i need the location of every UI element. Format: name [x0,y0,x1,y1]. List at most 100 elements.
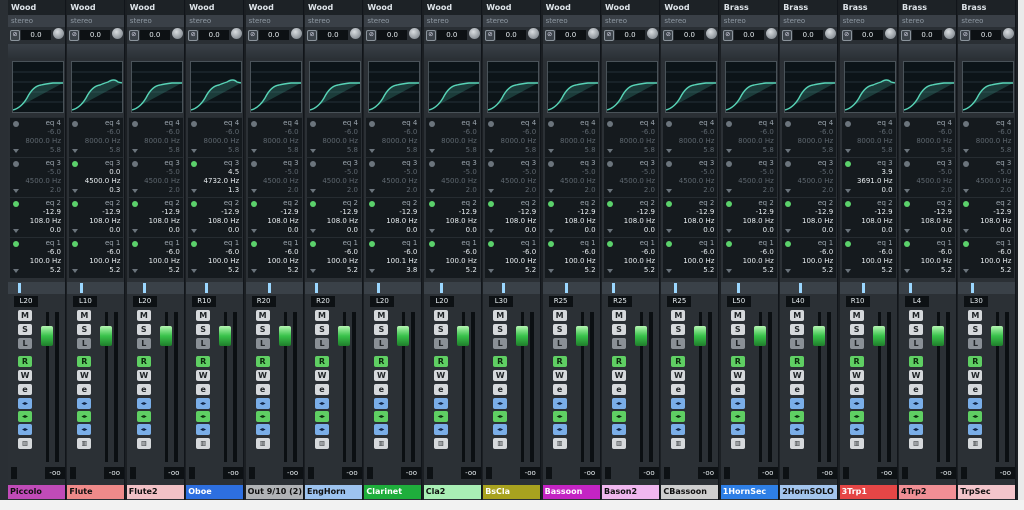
eq-gain-value[interactable]: -6.0 [107,248,121,256]
listen-button[interactable]: L [255,338,270,349]
eq-frequency-value[interactable]: 8000.0 Hz [798,137,834,145]
pan-bar[interactable] [305,282,362,294]
eq-q-value[interactable]: 5.8 [228,146,239,154]
eq-band-type-arrow[interactable] [666,189,673,193]
eq-gain-value[interactable]: -6.0 [226,128,240,136]
eq-frequency-value[interactable]: 8000.0 Hz [322,137,358,145]
listen-button[interactable]: L [493,338,508,349]
listen-button[interactable]: L [552,338,567,349]
channel-name[interactable]: Clarinet [364,485,422,499]
input-gain-value[interactable]: 0.0 [615,30,645,40]
edit-channel-button[interactable]: e [849,384,864,395]
eq-band-enable-toggle[interactable] [488,121,495,127]
eq-frequency-value[interactable]: 100.0 Hz [208,257,239,265]
volume-value[interactable]: -oo [460,467,481,479]
eq-bypass-icon[interactable]: ◂▸ [374,411,389,422]
insert-bypass-icon[interactable]: ◂▸ [968,398,983,409]
eq-band-enable-toggle[interactable] [785,241,792,247]
eq-q-value[interactable]: 5.2 [763,266,774,274]
pan-bar[interactable] [602,282,659,294]
phase-button[interactable]: ⊘ [307,30,317,41]
eq-frequency-value[interactable]: 8000.0 Hz [976,137,1012,145]
eq-frequency-value[interactable]: 4500.0 Hz [144,177,180,185]
eq-q-value[interactable]: 0.0 [287,226,298,234]
eq-band-enable-toggle[interactable] [428,241,435,247]
eq-q-value[interactable]: 5.2 [584,266,595,274]
write-automation-button[interactable]: W [790,370,805,381]
mute-button[interactable]: M [552,310,567,321]
write-automation-button[interactable]: W [493,370,508,381]
eq-band-enable-toggle[interactable] [547,121,554,127]
eq-q-value[interactable]: 5.8 [763,146,774,154]
mute-button[interactable]: M [77,310,92,321]
eq-q-value[interactable]: 5.8 [169,146,180,154]
solo-button[interactable]: S [136,324,151,335]
eq-band-enable-toggle[interactable] [250,241,257,247]
eq-curve-display[interactable] [190,61,243,113]
eq-frequency-value[interactable]: 8000.0 Hz [382,137,418,145]
eq-gain-value[interactable]: -6.0 [47,248,61,256]
volume-fader-handle[interactable] [991,326,1004,346]
eq-band-enable-toggle[interactable] [488,161,495,167]
input-gain-value[interactable]: 0.0 [80,30,111,40]
eq-band-type-arrow[interactable] [428,189,435,193]
eq-band-type-arrow[interactable] [191,149,198,153]
eq-band-enable-toggle[interactable] [666,161,673,167]
pan-bar[interactable] [67,282,125,294]
eq-band-type-arrow[interactable] [725,269,732,273]
mute-button[interactable]: M [433,310,448,321]
eq-frequency-value[interactable]: 4500.0 Hz [322,177,358,185]
eq-q-value[interactable]: 5.2 [822,266,833,274]
input-gain-knob[interactable] [528,28,540,39]
listen-button[interactable]: L [671,338,686,349]
eq-gain-value[interactable]: -6.0 [701,128,715,136]
input-gain-value[interactable]: 0.0 [377,30,408,40]
eq-q-value[interactable]: 5.2 [525,266,536,274]
mute-button[interactable]: M [255,310,270,321]
eq-gain-value[interactable]: -6.0 [523,128,537,136]
eq-frequency-value[interactable]: 8000.0 Hz [204,137,240,145]
pan-value[interactable]: L30 [964,296,989,307]
read-automation-button[interactable]: R [18,356,32,367]
eq-gain-value[interactable]: -12.9 [399,208,417,216]
send-bypass-icon[interactable]: ◂▸ [968,424,983,435]
solo-button[interactable]: S [77,324,92,335]
eq-band-enable-toggle[interactable] [369,121,376,127]
send-bypass-icon[interactable]: ◂▸ [909,424,923,435]
eq-band-enable-toggle[interactable] [428,161,435,167]
volume-fader-handle[interactable] [813,326,826,346]
eq-gain-value[interactable]: -12.9 [340,208,358,216]
eq-band-enable-toggle[interactable] [191,241,198,247]
eq-band-enable-toggle[interactable] [785,161,792,167]
eq-gain-value[interactable]: -5.0 [582,168,596,176]
eq-band-enable-toggle[interactable] [904,121,910,127]
eq-gain-value[interactable]: -6.0 [938,128,952,136]
channel-name[interactable]: TrpSec [958,485,1016,499]
eq-band-enable-toggle[interactable] [963,241,970,247]
eq-curve-display[interactable] [724,61,777,113]
read-automation-button[interactable]: R [790,356,805,367]
eq-bypass-icon[interactable]: ◂▸ [77,411,92,422]
eq-q-value[interactable]: 5.2 [881,266,892,274]
keyboard-icon[interactable]: ▥ [909,438,923,449]
insert-bypass-icon[interactable]: ◂▸ [77,398,92,409]
edit-channel-button[interactable]: e [136,384,151,395]
read-automation-button[interactable]: R [315,356,329,367]
eq-band-type-arrow[interactable] [666,149,673,153]
eq-gain-value[interactable]: -12.9 [874,208,892,216]
pan-value[interactable]: R10 [192,296,217,307]
eq-band-type-arrow[interactable] [844,269,851,273]
send-bypass-icon[interactable]: ◂▸ [671,424,686,435]
keyboard-icon[interactable]: ▥ [671,438,686,449]
write-automation-button[interactable]: W [909,370,923,381]
eq-band-type-arrow[interactable] [904,149,910,153]
eq-band-type-arrow[interactable] [250,229,257,233]
eq-frequency-value[interactable]: 8000.0 Hz [857,137,893,145]
eq-band-type-arrow[interactable] [488,149,495,153]
volume-value[interactable]: -oo [342,467,362,479]
eq-frequency-value[interactable]: 108.0 Hz [208,217,239,225]
eq-band-type-arrow[interactable] [785,149,792,153]
insert-bypass-icon[interactable]: ◂▸ [374,398,389,409]
eq-band-type-arrow[interactable] [963,269,970,273]
eq-band-enable-toggle[interactable] [369,241,376,247]
